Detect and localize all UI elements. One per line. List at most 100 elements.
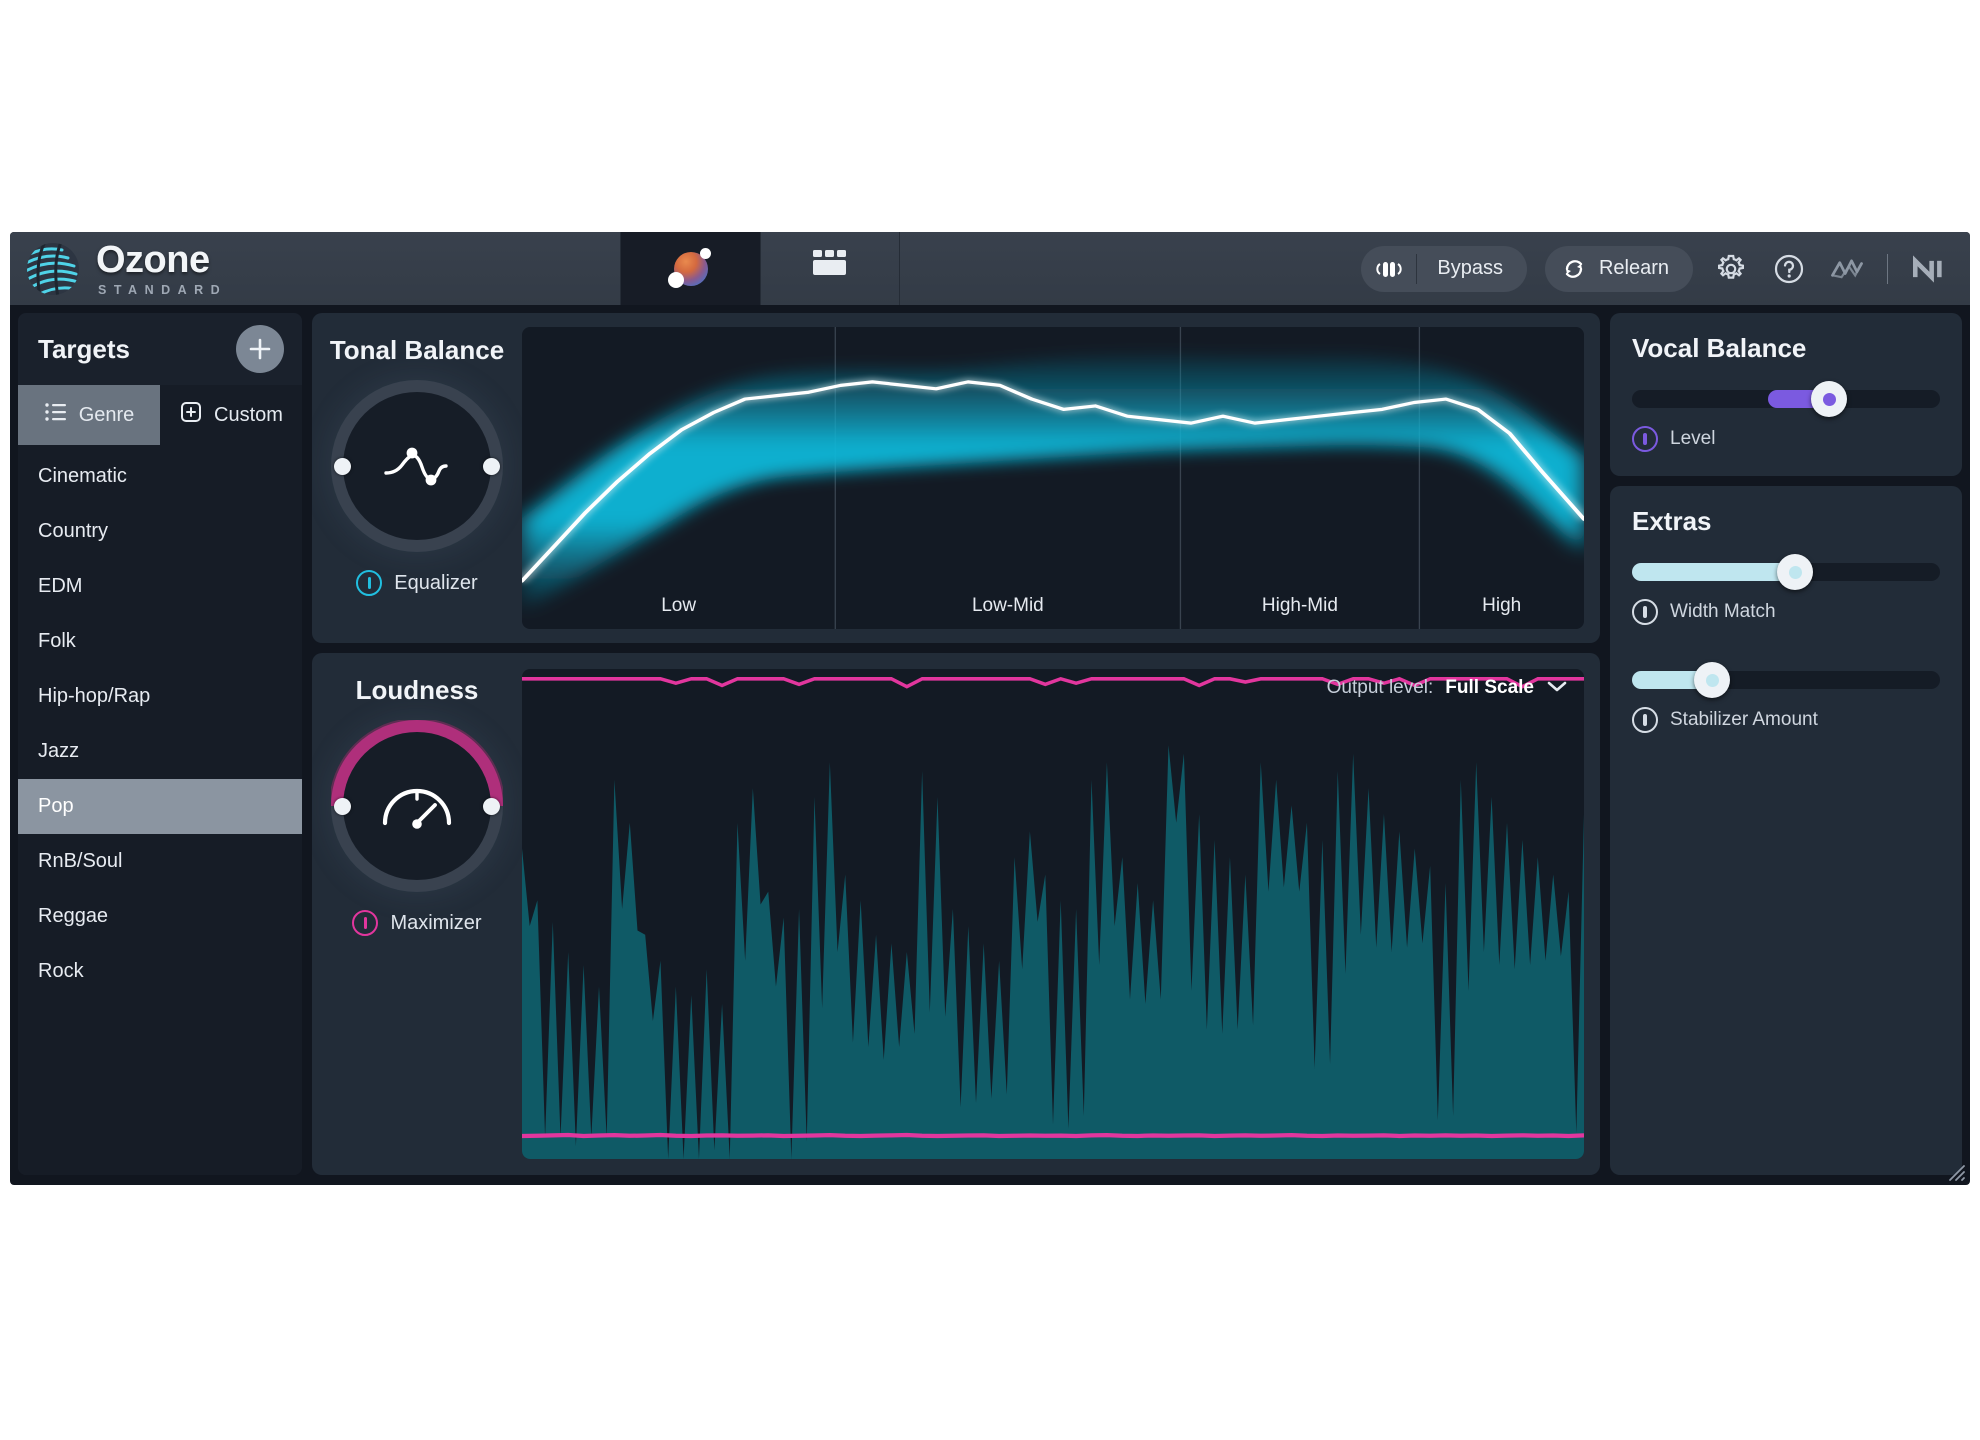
- loudness-graph[interactable]: Output level: Full Scale: [522, 669, 1584, 1159]
- app-body: Targets Genre Custom Cinematic Country E…: [10, 305, 1970, 1185]
- center-column: Tonal Balance Equalizer Low Low-Mid High…: [312, 313, 1600, 1175]
- loudness-panel: Loudness Maximizer Output level: Full Sc…: [312, 653, 1600, 1175]
- genre-item-label: EDM: [38, 575, 83, 597]
- targets-tabs: Genre Custom: [18, 385, 302, 445]
- targets-sidebar: Targets Genre Custom Cinematic Country E…: [18, 313, 302, 1175]
- genre-list[interactable]: Cinematic Country EDM Folk Hip-hop/Rap Jazz Po…: [18, 445, 302, 1175]
- width-match-label-text: Width Match: [1670, 601, 1776, 622]
- header-actions: Bypass Relearn: [900, 232, 1970, 305]
- tab-custom[interactable]: Custom: [160, 385, 302, 445]
- loudness-title: Loudness: [355, 675, 479, 705]
- extras-panel: Extras Width Match Stabilizer Amount: [1610, 486, 1962, 1175]
- genre-item[interactable]: Rock: [18, 944, 302, 999]
- genre-item-label: Jazz: [38, 740, 80, 762]
- refresh-circle-icon: [1545, 254, 1595, 284]
- knob-handle-left[interactable]: [334, 457, 351, 475]
- add-target-button[interactable]: [236, 325, 284, 373]
- genre-item[interactable]: Pop: [18, 779, 302, 834]
- genre-item[interactable]: Reggae: [18, 889, 302, 944]
- maximizer-power-icon[interactable]: [352, 910, 379, 936]
- genre-item[interactable]: Cinematic: [18, 449, 302, 504]
- help-icon[interactable]: [1769, 249, 1809, 289]
- output-level-dropdown[interactable]: Output level: Full Scale: [1327, 677, 1568, 699]
- sidebar-title: Targets: [38, 333, 130, 364]
- genre-item-label: Pop: [38, 795, 74, 817]
- equalizer-module-label[interactable]: Equalizer: [356, 570, 478, 596]
- vocal-level-label-text: Level: [1670, 428, 1716, 449]
- maximizer-handle-left[interactable]: [334, 797, 351, 815]
- app-logo: Ozone STANDARD: [10, 232, 620, 305]
- bypass-label: Bypass: [1437, 257, 1503, 279]
- vocal-balance-panel: Vocal Balance Level: [1610, 313, 1962, 476]
- output-level-label: Output level:: [1326, 677, 1434, 698]
- vocal-balance-title: Vocal Balance: [1632, 333, 1807, 363]
- tonal-balance-panel: Tonal Balance Equalizer Low Low-Mid High…: [312, 313, 1600, 643]
- genre-item-label: Hip-hop/Rap: [38, 685, 151, 707]
- genre-item-label: RnB/Soul: [38, 850, 123, 872]
- app-edition: STANDARD: [98, 282, 228, 297]
- izotope-logo-icon[interactable]: [1827, 249, 1867, 289]
- loudness-chart: [522, 676, 1584, 1159]
- knob-handle-right[interactable]: [483, 457, 500, 475]
- equalizer-knob[interactable]: [331, 380, 503, 552]
- vocal-level-slider[interactable]: [1632, 381, 1940, 417]
- width-match-handle[interactable]: [1777, 554, 1814, 590]
- stabilizer-amount-label: Stabilizer Amount: [1632, 707, 1940, 733]
- vocal-level-power-icon[interactable]: [1632, 426, 1658, 452]
- chevron-down-icon: [1546, 677, 1568, 699]
- output-level-value: Full Scale: [1445, 677, 1534, 698]
- tonal-balance-graph[interactable]: Low Low-Mid High-Mid High: [522, 327, 1584, 629]
- maximizer-handle-right[interactable]: [483, 797, 500, 815]
- ozone-plugin-window: Ozone STANDARD Bypass Relearn Targets Ge…: [10, 232, 1970, 1185]
- genre-item[interactable]: RnB/Soul: [18, 834, 302, 889]
- genre-item[interactable]: Hip-hop/Rap: [18, 669, 302, 724]
- app-header: Ozone STANDARD Bypass Relearn: [10, 232, 1970, 305]
- genre-item-label: Cinematic: [38, 465, 127, 487]
- maximizer-module-label[interactable]: Maximizer: [352, 910, 482, 936]
- gear-icon[interactable]: [1711, 249, 1751, 289]
- header-tabs: [620, 232, 900, 305]
- genre-item[interactable]: Jazz: [18, 724, 302, 779]
- equalizer-power-icon[interactable]: [356, 570, 383, 596]
- tab-custom-label: Custom: [214, 403, 283, 426]
- header-divider: [1887, 253, 1888, 284]
- stabilizer-amount-power-icon[interactable]: [1632, 707, 1658, 733]
- loudness-controls: Loudness Maximizer: [312, 653, 522, 1175]
- extras-title: Extras: [1632, 506, 1712, 536]
- native-instruments-logo-icon[interactable]: [1908, 249, 1948, 289]
- right-column: Vocal Balance Level Extras Width Match S…: [1610, 313, 1962, 1175]
- eq-curve-icon: [343, 392, 491, 540]
- speaker-bypass-icon: [1361, 253, 1418, 284]
- relearn-button[interactable]: Relearn: [1544, 245, 1693, 292]
- genre-item[interactable]: EDM: [18, 559, 302, 614]
- app-name: Ozone: [96, 238, 210, 281]
- width-match-power-icon[interactable]: [1632, 599, 1658, 625]
- tab-modules[interactable]: [760, 232, 900, 305]
- modules-window-icon: [807, 246, 853, 291]
- tonal-balance-title: Tonal Balance: [329, 335, 505, 365]
- vocal-level-label: Level: [1632, 426, 1940, 452]
- list-icon: [44, 402, 68, 428]
- width-match-fill: [1632, 563, 1796, 581]
- tab-genre[interactable]: Genre: [18, 385, 160, 445]
- stabilizer-amount-slider[interactable]: [1632, 662, 1940, 698]
- genre-item[interactable]: Country: [18, 504, 302, 559]
- sidebar-header: Targets: [18, 313, 302, 385]
- genre-item-label: Rock: [38, 960, 84, 982]
- tab-genre-label: Genre: [78, 403, 135, 426]
- genre-item[interactable]: Folk: [18, 614, 302, 669]
- tonal-balance-chart: [522, 327, 1584, 629]
- genre-item-label: Country: [38, 520, 109, 542]
- assistant-orb-icon: [667, 245, 715, 293]
- tab-assistant[interactable]: [620, 232, 760, 305]
- resize-grip[interactable]: [1940, 1156, 1966, 1182]
- document-add-icon: [179, 400, 203, 430]
- bypass-button[interactable]: Bypass: [1361, 245, 1527, 292]
- stabilizer-amount-handle[interactable]: [1694, 662, 1731, 698]
- vocal-level-handle[interactable]: [1811, 381, 1848, 417]
- gauge-icon: [343, 732, 491, 880]
- genre-item-label: Folk: [38, 630, 76, 652]
- width-match-slider[interactable]: [1632, 554, 1940, 590]
- maximizer-knob[interactable]: [331, 720, 503, 892]
- stabilizer-amount-label-text: Stabilizer Amount: [1670, 709, 1818, 730]
